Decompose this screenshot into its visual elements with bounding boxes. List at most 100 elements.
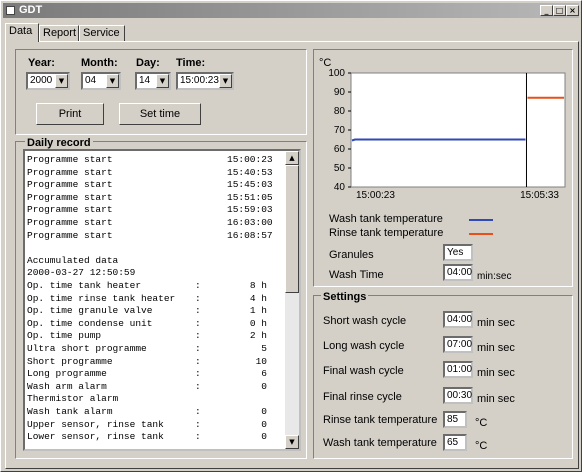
record-separator: : <box>195 292 201 304</box>
list-scrollbar[interactable]: ▲ ▼ <box>285 151 299 449</box>
record-separator: : <box>195 406 201 417</box>
record-value: 15:40:53 <box>227 166 273 178</box>
daily-record-list[interactable]: Programme start 15:00:23 Programme start 15… <box>23 149 301 451</box>
long-wash-cycle-label: Long wash cycle <box>323 340 405 352</box>
record-value: 1 h <box>249 305 267 317</box>
record-name: Programme start <box>27 217 113 228</box>
set-time-button[interactable]: Set time <box>119 103 201 125</box>
record-value: 15:51:05 <box>227 191 273 203</box>
wash-time-field: 04:00 <box>443 264 473 281</box>
granules-field: Yes <box>443 244 473 261</box>
window-title: GDT <box>19 4 43 16</box>
record-name: Upper sensor, rinse tank <box>27 418 164 430</box>
record-name: Short programme <box>27 355 113 367</box>
maximize-icon[interactable]: □ <box>553 5 566 16</box>
record-name: Wash tank alarm <box>27 406 113 417</box>
legend-rinse-tank-swatch <box>469 233 493 235</box>
tab-service[interactable]: Service <box>79 25 125 41</box>
chevron-down-icon[interactable]: ▼ <box>219 74 232 88</box>
month-select[interactable]: 04 ▼ <box>81 72 121 90</box>
record-value: 10 <box>255 355 267 367</box>
chevron-down-icon[interactable]: ▼ <box>55 74 68 88</box>
record-name: Op. time pump <box>27 330 102 342</box>
record-name: 2000-03-27 12:50:59 <box>27 267 136 279</box>
record-value: 0 <box>261 380 267 392</box>
record-value: 15:00:23 <box>227 154 273 165</box>
rinse-tank-temperature-unit: °C <box>475 417 488 429</box>
final-rinse-cycle-field[interactable]: 00:30 <box>443 387 473 404</box>
scroll-down-icon[interactable]: ▼ <box>285 435 299 449</box>
record-name: Accumulated data <box>27 254 119 266</box>
record-value: 15:59:03 <box>227 204 273 216</box>
app-icon <box>6 6 15 15</box>
record-value: 16:03:00 <box>227 217 273 228</box>
month-value: 04 <box>85 75 97 86</box>
print-button[interactable]: Print <box>36 103 104 125</box>
wash-time-unit: min:sec <box>477 271 512 282</box>
long-wash-cycle-unit: min sec <box>477 342 515 354</box>
record-value: 16:08:57 <box>227 229 273 241</box>
record-separator: : <box>195 418 201 430</box>
record-name: Programme start <box>27 204 113 216</box>
record-value: 2 h <box>249 330 267 342</box>
day-label: Day: <box>136 57 160 69</box>
record-name: Lower sensor, rinse tank <box>27 431 164 443</box>
minimize-icon[interactable]: _ <box>540 5 553 16</box>
time-select[interactable]: 15:00:23 ▼ <box>176 72 234 90</box>
day-select[interactable]: 14 ▼ <box>135 72 171 90</box>
year-select[interactable]: 2000 ▼ <box>26 72 70 90</box>
short-wash-cycle-label: Short wash cycle <box>323 315 407 327</box>
record-name: Op. time tank heater <box>27 280 142 291</box>
title-bar[interactable]: GDT _ □ × <box>3 3 579 18</box>
long-wash-cycle-field[interactable]: 07:00 <box>443 336 473 353</box>
y-tick-label: 60 <box>334 144 346 155</box>
legend-rinse-tank-label: Rinse tank temperature <box>329 227 444 239</box>
record-separator: : <box>195 368 201 380</box>
y-tick-label: 50 <box>334 163 346 174</box>
tab-data[interactable]: Data <box>5 23 39 42</box>
record-name: Op. time condense unit <box>27 317 153 329</box>
rinse-tank-temperature-label: Rinse tank temperature <box>323 414 438 426</box>
record-value: 0 <box>261 418 267 430</box>
year-value: 2000 <box>30 75 53 86</box>
wash-tank-temperature-unit: °C <box>475 440 488 452</box>
wash-tank-temperature-line <box>351 138 526 142</box>
month-label: Month: <box>81 57 118 69</box>
record-value: 5 <box>261 343 267 354</box>
temperature-chart: 100 90 80 70 60 50 40 15:00:23 15:05:33 <box>328 68 566 201</box>
app-window: GDT _ □ × Data Report Service Year: Mont… <box>0 0 582 472</box>
final-wash-cycle-field[interactable]: 01:00 <box>443 361 473 378</box>
record-value: 0 h <box>249 317 267 329</box>
day-value: 14 <box>139 75 151 86</box>
close-icon[interactable]: × <box>566 5 579 16</box>
record-name: Thermistor alarm <box>27 393 119 405</box>
wash-tank-temperature-field[interactable]: 65 <box>443 434 467 451</box>
final-rinse-cycle-unit: min sec <box>477 393 515 405</box>
record-separator: : <box>195 305 201 317</box>
y-tick-label: 90 <box>334 87 346 98</box>
record-name: Programme start <box>27 229 113 241</box>
time-value: 15:00:23 <box>180 75 219 86</box>
granules-label: Granules <box>329 249 374 261</box>
tab-report[interactable]: Report <box>39 25 79 41</box>
short-wash-cycle-field[interactable]: 04:00 <box>443 311 473 328</box>
scroll-thumb[interactable] <box>285 165 299 293</box>
record-value: 4 h <box>249 292 267 304</box>
year-label: Year: <box>28 57 55 69</box>
record-separator: : <box>195 380 201 392</box>
record-name: Programme start <box>27 191 113 203</box>
y-tick-label: 100 <box>328 68 345 79</box>
record-separator: : <box>195 431 201 443</box>
plot-area <box>350 72 566 188</box>
chevron-down-icon[interactable]: ▼ <box>156 74 169 88</box>
y-tick-label: 40 <box>334 182 346 193</box>
x-tick-label: 15:00:23 <box>356 190 395 201</box>
short-wash-cycle-unit: min sec <box>477 317 515 329</box>
settings-title: Settings <box>321 291 369 303</box>
chevron-down-icon[interactable]: ▼ <box>106 74 119 88</box>
final-wash-cycle-label: Final wash cycle <box>323 365 404 377</box>
record-name: Op. time rinse tank heater <box>27 292 176 304</box>
scroll-up-icon[interactable]: ▲ <box>285 151 299 165</box>
record-name: Ultra short programme <box>27 343 147 354</box>
rinse-tank-temperature-field[interactable]: 85 <box>443 411 467 428</box>
